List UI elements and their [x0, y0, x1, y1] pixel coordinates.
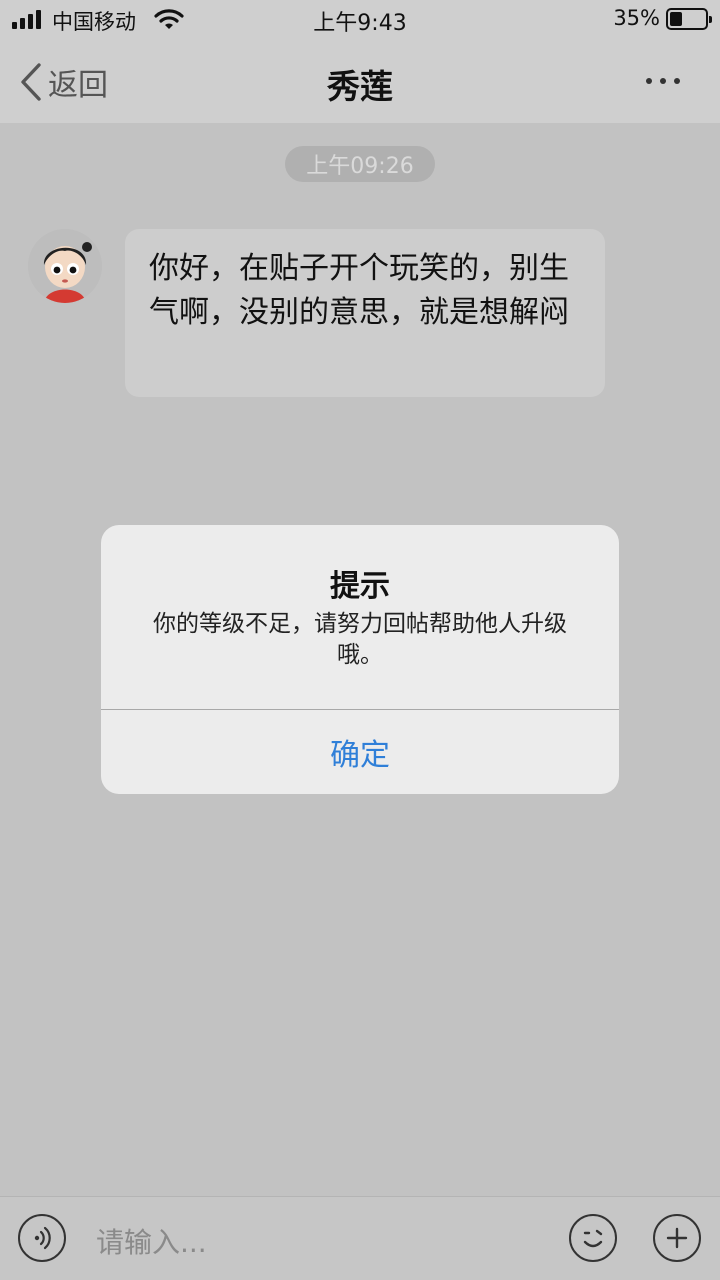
alert-dialog: 提示 你的等级不足，请努力回帖帮助他人升级哦。 确定 [101, 525, 619, 794]
plus-icon [666, 1227, 688, 1249]
message-bubble[interactable]: 你好，在贴子开个玩笑的，别生气啊，没别的意思，就是想解闷 [125, 229, 605, 397]
emoji-button[interactable] [569, 1214, 617, 1262]
chat-screen: 中国移动 上午9:43 35% 返回 秀莲 上午09:26 你好，在贴子开个玩笑… [0, 0, 720, 1280]
voice-icon [34, 1226, 51, 1250]
more-options-button[interactable] [646, 72, 682, 92]
dialog-message: 你的等级不足，请努力回帖帮助他人升级哦。 [153, 611, 567, 668]
page-title: 秀莲 [327, 67, 393, 106]
cartoon-girl-icon [28, 229, 102, 303]
status-time: 上午9:43 [313, 11, 407, 36]
add-button[interactable] [653, 1214, 701, 1262]
input-bar: 请输入... [0, 1196, 720, 1280]
dialog-title: 提示 [330, 569, 390, 604]
confirm-button[interactable]: 确定 [101, 710, 619, 794]
status-bar: 中国移动 上午9:43 35% [0, 0, 720, 40]
nav-bar: 返回 秀莲 [0, 40, 720, 123]
battery-icon [666, 8, 712, 30]
avatar[interactable] [28, 229, 102, 303]
message-timestamp: 上午09:26 [285, 146, 435, 182]
battery-percent: 35% [613, 6, 660, 30]
smiley-icon [583, 1229, 603, 1248]
message-input[interactable]: 请输入... [96, 1221, 207, 1261]
voice-button[interactable] [18, 1214, 66, 1262]
